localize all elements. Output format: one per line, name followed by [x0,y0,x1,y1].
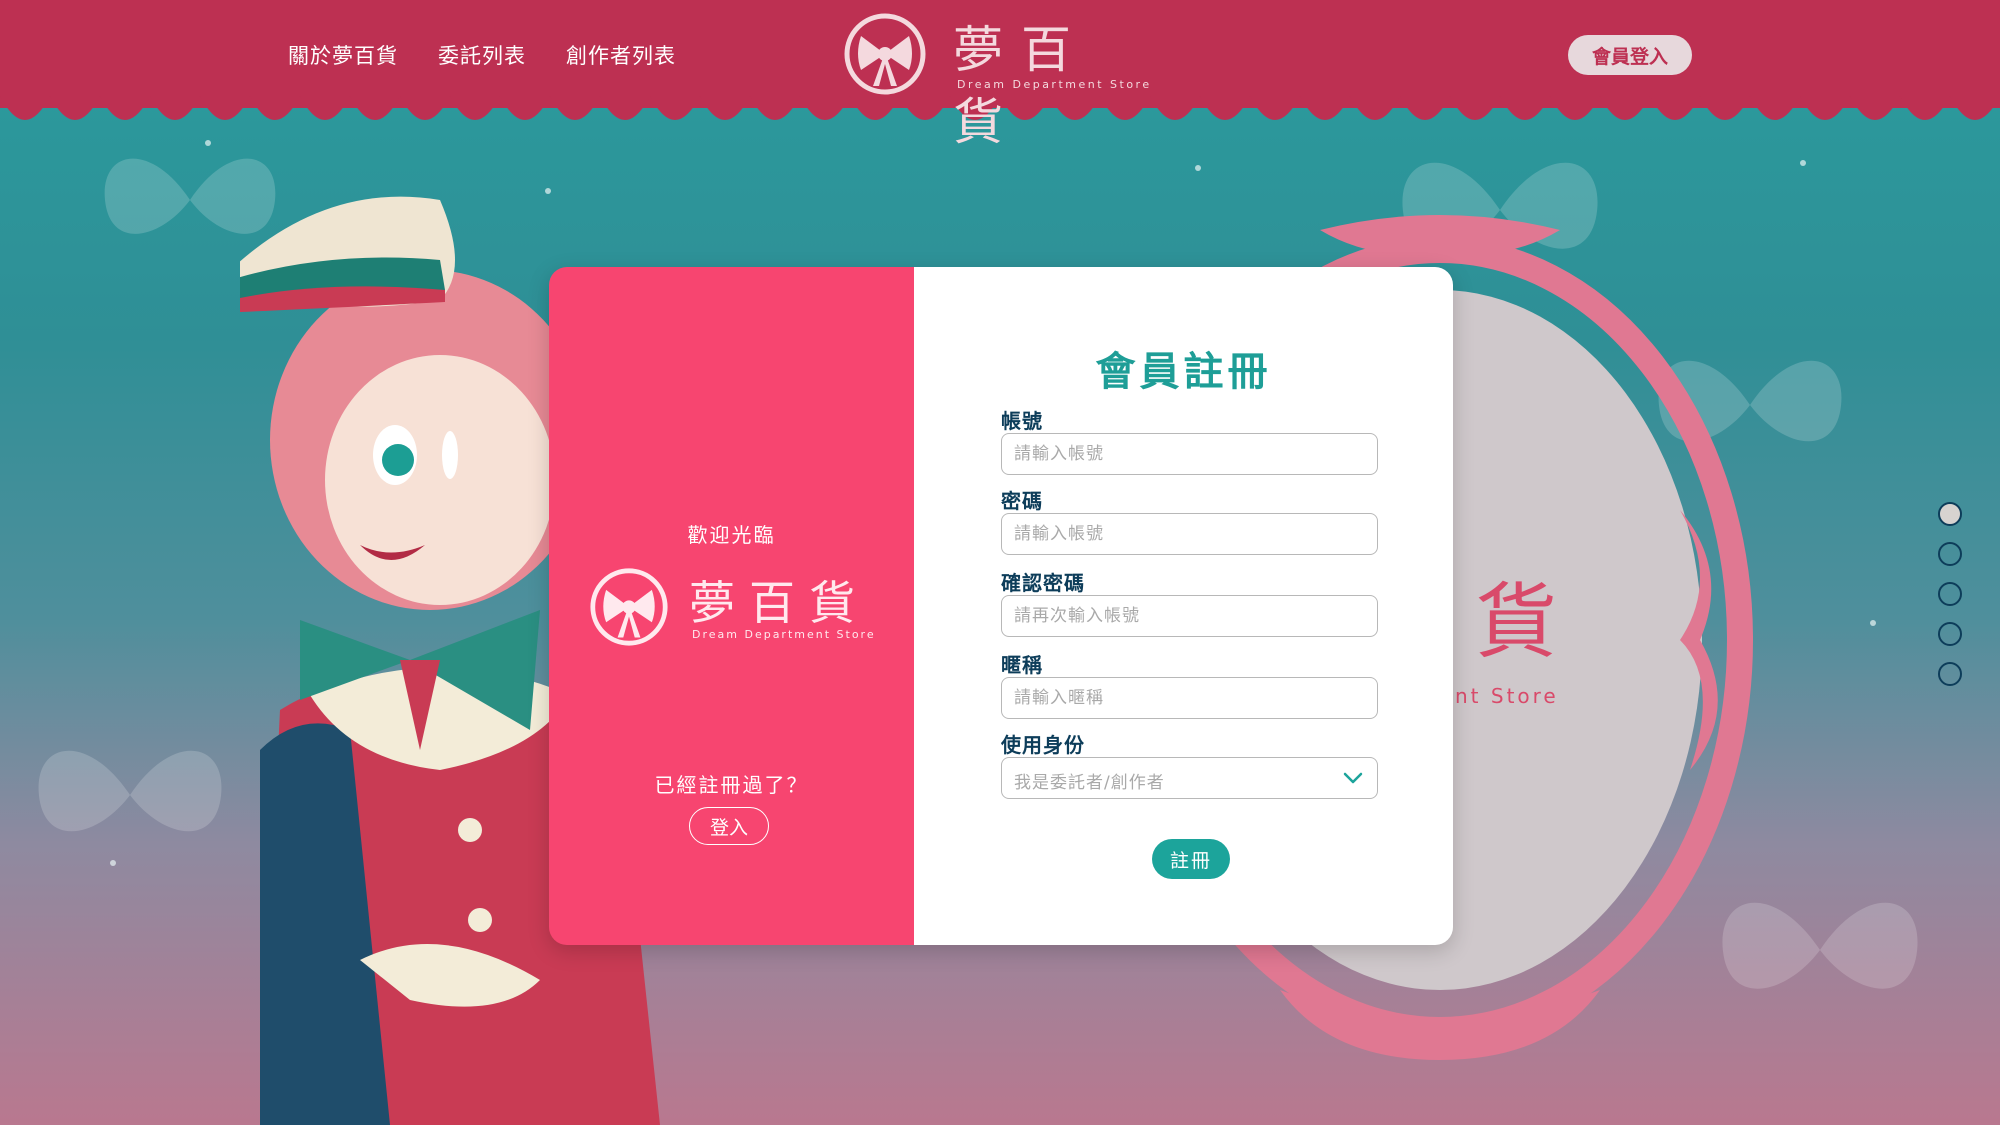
logo-subtitle: Dream Department Store [957,78,1152,91]
password-label: 密碼 [1001,489,1043,513]
nav-item-creators[interactable]: 創作者列表 [566,40,676,70]
modal-logo-subtitle: Dream Department Store [692,628,876,641]
mirror-logo-subtitle: nt Store [1455,684,1559,708]
site-header: 關於夢百貨 委託列表 創作者列表 夢百貨 Dream Department St… [0,0,2000,151]
modal-logo-title: 夢百貨 [689,576,869,630]
already-registered-text: 已經註冊過了？ [654,773,809,797]
member-login-button[interactable]: 會員登入 [1568,35,1692,75]
role-label: 使用身份 [1001,733,1085,757]
login-button[interactable]: 登入 [689,807,769,845]
pagination-dot[interactable] [1938,582,1962,606]
pagination-dot[interactable] [1938,662,1962,686]
pagination-dot[interactable] [1938,542,1962,566]
sparkle-decoration [1870,620,1876,626]
role-select-value: 我是委託者/創作者 [1014,773,1165,793]
main-nav: 關於夢百貨 委託列表 創作者列表 [288,40,676,70]
modal-logo: 夢百貨 Dream Department Store [589,567,879,657]
pagination-dot[interactable] [1938,622,1962,646]
account-input[interactable] [1001,433,1378,475]
account-label: 帳號 [1001,409,1043,433]
ribbon-bow-decoration [38,750,222,832]
ribbon-bow-icon [844,13,926,95]
chevron-down-icon [1343,772,1363,784]
site-logo[interactable]: 夢百貨 Dream Department Store [843,12,1153,151]
welcome-text: 歡迎光臨 [687,523,776,547]
section-pagination [1938,502,1962,686]
mirror-logo-text: 貨 [1475,575,1558,670]
sparkle-decoration [1800,160,1806,166]
register-button[interactable]: 註冊 [1152,839,1230,879]
sparkle-decoration [110,860,116,866]
nav-item-about[interactable]: 關於夢百貨 [288,40,398,70]
registration-modal: 歡迎光臨 夢百貨 Dream Department Store 已經註冊過了？ … [549,267,1453,945]
nickname-label: 暱稱 [1001,653,1043,677]
nickname-input[interactable] [1001,677,1378,719]
registration-form: 會員註冊 帳號 密碼 確認密碼 暱稱 使用身份 我是委託者/創作者 註冊 [914,267,1453,945]
password-input[interactable] [1001,513,1378,555]
ribbon-bow-icon [590,568,668,646]
form-title: 會員註冊 [1095,349,1272,395]
role-select[interactable]: 我是委託者/創作者 [1001,757,1378,799]
confirm-password-input[interactable] [1001,595,1378,637]
sparkle-decoration [205,140,211,146]
modal-welcome-panel: 歡迎光臨 夢百貨 Dream Department Store 已經註冊過了？ … [549,267,914,945]
pagination-dot[interactable] [1938,502,1962,526]
sparkle-decoration [1195,165,1201,171]
confirm-password-label: 確認密碼 [1001,571,1085,595]
nav-item-commissions[interactable]: 委託列表 [438,40,526,70]
